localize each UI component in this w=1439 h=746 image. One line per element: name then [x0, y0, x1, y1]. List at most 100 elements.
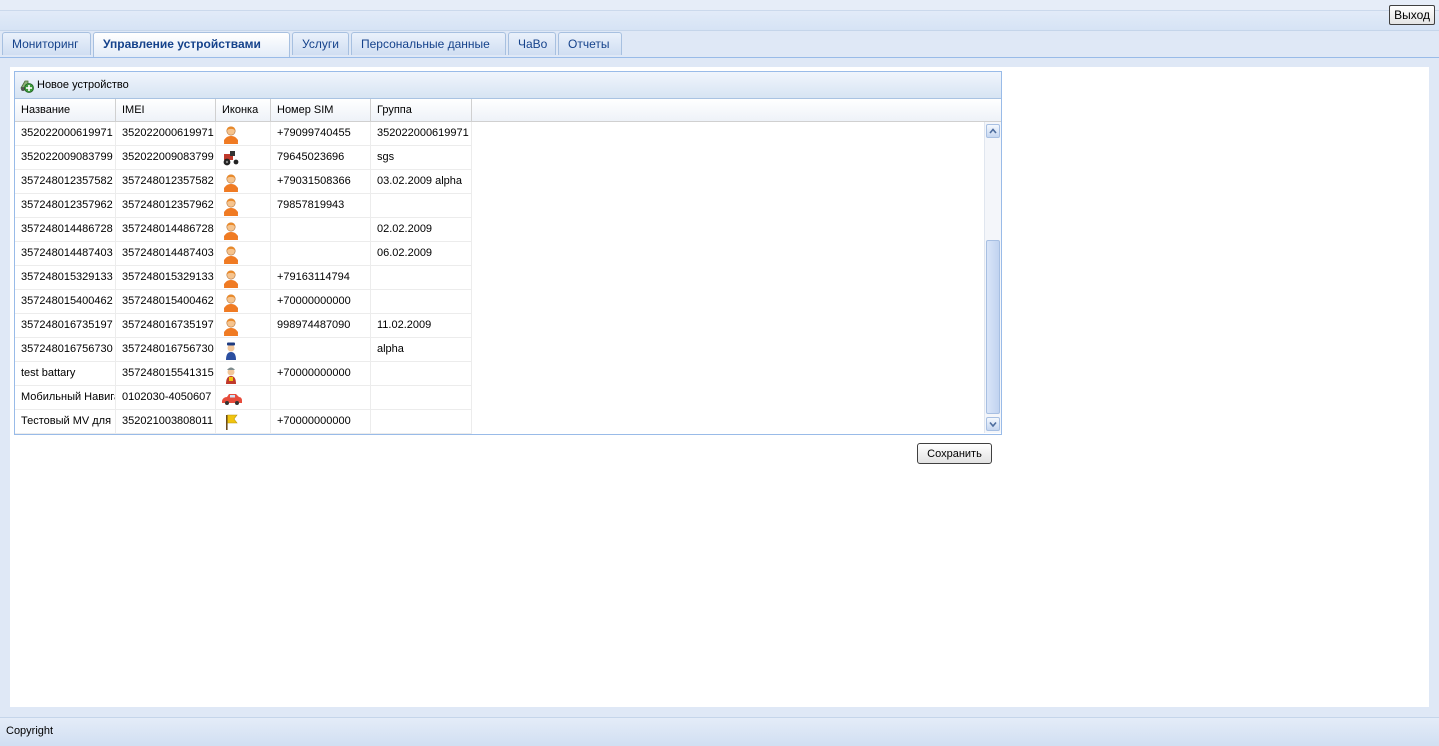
column-header-icon[interactable]: Иконка	[216, 99, 271, 121]
cell-sim: +79031508366	[271, 170, 371, 194]
person-icon	[221, 292, 241, 313]
column-header-imei[interactable]: IMEI	[116, 99, 216, 121]
table-row[interactable]: 357248015329133 357248015329133 +791631147…	[15, 266, 985, 290]
cell-group	[371, 194, 472, 218]
cell-sim: +70000000000	[271, 410, 371, 434]
tab-strip: Мониторинг Управление устройствами Услуг…	[0, 32, 1439, 58]
cell-name: Тестовый MV для	[15, 410, 116, 434]
chevron-up-icon	[989, 128, 997, 134]
table-row[interactable]: 357248014486728 357248014486728 02.02.2009	[15, 218, 985, 242]
tab-device-management[interactable]: Управление устройствами	[93, 32, 290, 57]
tab-monitoring[interactable]: Мониторинг	[2, 32, 91, 55]
grid-header: Название IMEI Иконка Номер SIM Группа	[15, 99, 1001, 122]
cell-sim	[271, 386, 371, 410]
cell-sim: +70000000000	[271, 362, 371, 386]
cell-sim: +70000000000	[271, 290, 371, 314]
person-icon	[221, 196, 241, 217]
chevron-down-icon	[989, 421, 997, 428]
column-header-sim[interactable]: Номер SIM	[271, 99, 371, 121]
table-row[interactable]: 352022000619971 352022000619971 +790997404…	[15, 122, 985, 146]
cell-name: 357248012357582	[15, 170, 116, 194]
cell-imei: 352021003808011	[116, 410, 216, 434]
cell-imei: 357248012357962	[116, 194, 216, 218]
cell-name: 357248014487403	[15, 242, 116, 266]
cell-imei: 357248016756730	[116, 338, 216, 362]
cell-name: 357248015329133	[15, 266, 116, 290]
cell-name: test battary	[15, 362, 116, 386]
cell-name: 357248014486728	[15, 218, 116, 242]
cell-imei: 357248015541315	[116, 362, 216, 386]
cell-group	[371, 386, 472, 410]
scroll-thumb[interactable]	[986, 240, 1000, 414]
cell-group: 11.02.2009	[371, 314, 472, 338]
cell-sim	[271, 242, 371, 266]
policeman-icon	[221, 340, 241, 360]
column-header-group[interactable]: Группа	[371, 99, 472, 121]
top-line	[0, 0, 1439, 11]
save-button[interactable]: Сохранить	[917, 443, 992, 464]
cell-imei: 357248016735197	[116, 314, 216, 338]
cell-sim: +79163114794	[271, 266, 371, 290]
cell-imei: 357248015329133	[116, 266, 216, 290]
tab-personal-data[interactable]: Персональные данные	[351, 32, 506, 55]
cell-sim	[271, 218, 371, 242]
cell-sim: +79099740455	[271, 122, 371, 146]
new-device-label: Новое устройство	[37, 79, 129, 91]
table-row[interactable]: 357248016756730 357248016756730 alpha	[15, 338, 985, 362]
main-content: Новое устройство Название IMEI Иконка Но…	[10, 67, 1429, 707]
column-header-filler	[472, 99, 1001, 121]
devices-grid: Новое устройство Название IMEI Иконка Но…	[14, 71, 1002, 435]
cell-sim	[271, 338, 371, 362]
cell-group	[371, 362, 472, 386]
scroll-down-button[interactable]	[986, 417, 1000, 431]
vertical-scrollbar[interactable]	[984, 122, 1001, 433]
table-row[interactable]: 357248014487403 357248014487403 06.02.2009	[15, 242, 985, 266]
cell-group: 352022000619971	[371, 122, 472, 146]
cell-group	[371, 266, 472, 290]
copyright-text: Copyright	[6, 725, 54, 737]
exit-button[interactable]: Выход	[1389, 5, 1435, 25]
top-bar: Выход	[0, 0, 1439, 31]
cell-sim: 998974487090	[271, 314, 371, 338]
car-icon	[221, 388, 242, 408]
cell-group: 03.02.2009 alpha	[371, 170, 472, 194]
person-icon	[221, 124, 241, 145]
person-icon	[221, 316, 241, 337]
cell-name: Мобильный Навигатор	[15, 386, 116, 410]
cell-group: alpha	[371, 338, 472, 362]
table-row[interactable]: Мобильный Навигатор0102030-4050607	[15, 386, 985, 410]
person-icon	[221, 172, 241, 193]
table-row[interactable]: test battary 357248015541315 +70000000000	[15, 362, 985, 386]
flag-icon	[221, 412, 241, 432]
table-row[interactable]: 357248012357582 357248012357582 +790315083…	[15, 170, 985, 194]
tab-reports[interactable]: Отчеты	[558, 32, 622, 55]
cell-name: 352022009083799	[15, 146, 116, 170]
table-row[interactable]: Тестовый MV для 352021003808011 +700000000…	[15, 410, 985, 434]
cell-imei: 357248014486728	[116, 218, 216, 242]
cell-group	[371, 410, 472, 434]
cell-name: 357248015400462	[15, 290, 116, 314]
tab-services[interactable]: Услуги	[292, 32, 349, 55]
worker-icon	[221, 364, 241, 384]
tractor-icon	[221, 148, 241, 168]
tab-faq[interactable]: ЧаВо	[508, 32, 556, 55]
grid-toolbar: Новое устройство	[15, 72, 1001, 99]
cell-name: 357248016735197	[15, 314, 116, 338]
cell-imei: 352022000619971	[116, 122, 216, 146]
column-header-name[interactable]: Название	[15, 99, 116, 121]
cell-name: 352022000619971	[15, 122, 116, 146]
table-row[interactable]: 352022009083799 352022009083799 7964502369…	[15, 146, 985, 170]
cell-name: 357248016756730	[15, 338, 116, 362]
footer: Copyright	[0, 717, 1439, 746]
cell-group: 02.02.2009	[371, 218, 472, 242]
cell-name: 357248012357962	[15, 194, 116, 218]
table-row[interactable]: 357248016735197 357248016735197 9989744870…	[15, 314, 985, 338]
cell-sim: 79645023696	[271, 146, 371, 170]
cell-imei: 0102030-4050607	[116, 386, 216, 410]
scroll-up-button[interactable]	[986, 124, 1000, 138]
new-device-button[interactable]: Новое устройство	[19, 77, 129, 93]
table-row[interactable]: 357248012357962 357248012357962 7985781994…	[15, 194, 985, 218]
table-row[interactable]: 357248015400462 357248015400462 +700000000…	[15, 290, 985, 314]
person-icon	[221, 268, 241, 289]
grid-rows: 352022000619971 352022000619971 +790997404…	[15, 122, 985, 434]
